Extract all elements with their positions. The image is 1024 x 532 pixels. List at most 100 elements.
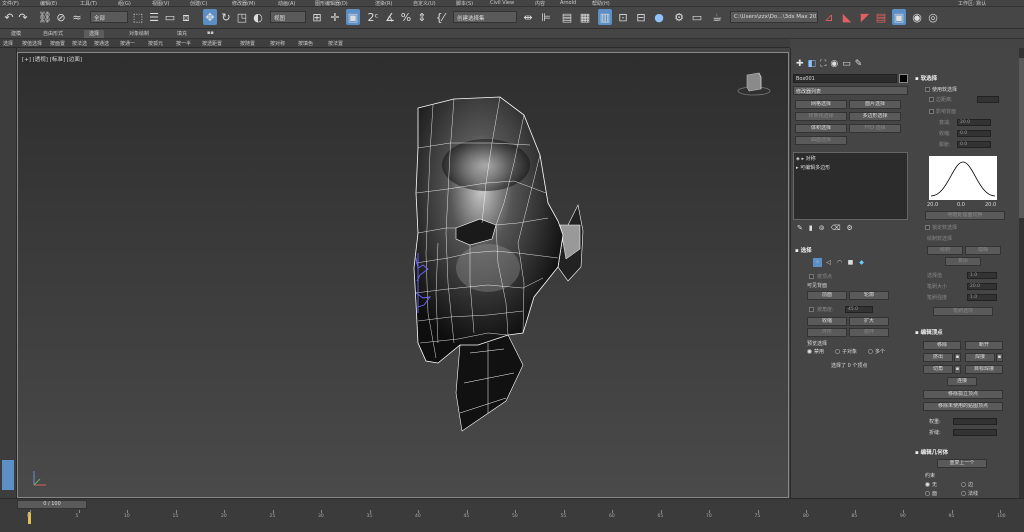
menu-create[interactable]: 创建(C) — [190, 0, 207, 7]
menu-scripting[interactable]: 脚本(S) — [456, 0, 473, 7]
viewcube-icon[interactable] — [736, 69, 772, 97]
place-icon[interactable]: ◐ — [251, 9, 265, 25]
angle-spinner[interactable]: 45.0 — [845, 306, 873, 313]
remove-button[interactable]: 移除 — [923, 341, 961, 350]
repeat-last-button[interactable]: 重复上一个 — [937, 459, 987, 468]
reference-coordinate-dropdown[interactable]: 视图 — [270, 11, 306, 23]
modify-tab-icon[interactable]: ◧ — [808, 59, 817, 69]
open-project-icon[interactable]: ◣ — [840, 9, 854, 25]
perspective-viewport[interactable]: [+] [透视] [标准] [边面] — [17, 52, 789, 498]
shade-face-toggle-button[interactable]: 明暗处理面切换 — [925, 211, 1005, 220]
menu-file[interactable]: 文件(F) — [2, 0, 19, 7]
mesh-select-button[interactable]: 网格选择 — [795, 100, 847, 109]
constraint-normal-radio[interactable] — [961, 491, 966, 496]
ribbon-item[interactable]: 按一半 — [176, 40, 191, 47]
undo-icon[interactable]: ↶ — [2, 9, 16, 25]
tab-populate[interactable]: 填充 — [172, 30, 192, 38]
configure-sets-icon[interactable]: ⚙ — [847, 224, 853, 233]
menu-customize[interactable]: 自定义(U) — [413, 0, 436, 7]
save-project-icon[interactable]: ◤ — [858, 9, 872, 25]
menu-content[interactable]: 内容 — [535, 0, 545, 7]
align-icon[interactable]: ⊫ — [539, 9, 553, 25]
rect-selection-icon[interactable]: ▭ — [163, 9, 177, 25]
preview-subobject-radio[interactable] — [835, 349, 840, 354]
render-production-icon[interactable]: ☕ — [710, 9, 724, 25]
menu-view[interactable]: 视图(V) — [152, 0, 169, 7]
scene-explorer-icon[interactable]: ▤ — [560, 9, 574, 25]
motion-tab-icon[interactable]: ◉ — [830, 59, 838, 69]
pivot-center-icon[interactable]: ⊞ — [310, 9, 324, 25]
remove-unused-map-verts-button[interactable]: 移除未使用的贴图顶点 — [923, 402, 1003, 411]
outline-button[interactable]: 轮廓 — [849, 291, 889, 300]
edit-vertices-header[interactable]: ▪ 编辑顶点 — [915, 328, 943, 336]
layer-explorer-icon[interactable]: ▦ — [578, 9, 592, 25]
utilities-tab-icon[interactable]: ✎ — [855, 59, 863, 69]
border-level-icon[interactable]: ◠ — [835, 258, 844, 267]
polygon-level-icon[interactable]: ■ — [846, 258, 855, 267]
rendered-frame-window-icon[interactable]: ▭ — [690, 9, 704, 25]
eye-icon[interactable]: ◈ — [796, 156, 800, 162]
element-level-icon[interactable]: ◆ — [857, 258, 866, 267]
menu-group[interactable]: 组(G) — [118, 0, 131, 7]
time-slider[interactable]: 0 / 100 — [17, 500, 87, 509]
weld-settings-icon[interactable]: ▪ — [996, 353, 1003, 362]
schematic-view-icon[interactable]: ⊟ — [634, 9, 648, 25]
shrink-button[interactable]: 收缩 — [807, 317, 847, 326]
bubble-spinner[interactable]: 0.0 — [957, 141, 991, 148]
angle-snap-icon[interactable]: ∡ — [383, 9, 397, 25]
weight-spinner[interactable] — [953, 418, 997, 425]
material-editor-icon[interactable]: ● — [652, 9, 666, 25]
ribbon-item[interactable]: 按填色 — [298, 40, 313, 47]
use-soft-selection-checkbox[interactable] — [925, 87, 930, 92]
affect-backfacing-checkbox[interactable] — [929, 109, 934, 114]
paint-button[interactable]: 绘制 — [927, 246, 963, 255]
pinch-spinner[interactable]: 0.0 — [957, 130, 991, 137]
track-bar[interactable]: 0 5 10 15 20 25 30 35 40 45 50 55 60 65 70 75 80 85 90 95 10… — [0, 510, 1024, 532]
break-button[interactable]: 断开 — [965, 341, 1003, 350]
ribbon-item[interactable]: 按法选 — [72, 40, 87, 47]
extrude-button[interactable]: 挤出 — [923, 353, 953, 362]
head-mesh[interactable] — [18, 53, 789, 498]
ribbon-item[interactable]: 按孤元 — [148, 40, 163, 47]
window-crossing-icon[interactable]: ⧈ — [179, 9, 193, 25]
move-icon[interactable]: ✥ — [203, 9, 217, 25]
revert-button[interactable]: 复原 — [945, 257, 981, 266]
display-tab-icon[interactable]: ▭ — [842, 59, 851, 69]
spline-select-button[interactable]: 样条线选择 — [795, 112, 847, 121]
command-panel-toggle-icon[interactable]: ▣ — [892, 9, 906, 25]
constraint-face-radio[interactable] — [925, 491, 930, 496]
extrude-settings-icon[interactable]: ▪ — [954, 353, 961, 362]
tab-modeling[interactable]: 建模 — [6, 30, 26, 38]
modifier-list-dropdown[interactable]: 修改器列表 — [793, 86, 908, 95]
ribbon-item[interactable]: 按对称 — [270, 40, 285, 47]
ribbon-item[interactable]: 按通选 — [94, 40, 109, 47]
edit-geometry-header[interactable]: ▪ 编辑几何体 — [915, 448, 948, 456]
brush-size-spinner[interactable]: 20.0 — [967, 283, 997, 290]
edit-named-selection-icon[interactable]: {⁄ — [433, 9, 447, 25]
stack-item[interactable]: ▸ 可编辑多边形 — [796, 164, 906, 172]
hierarchy-tab-icon[interactable]: ⛶ — [820, 59, 826, 69]
render-setup-icon[interactable]: ⚙ — [672, 9, 686, 25]
crease-spinner[interactable] — [953, 429, 997, 436]
workspace-selector[interactable]: 工作区: 默认 — [958, 0, 986, 7]
unlink-icon[interactable]: ⊘ — [54, 9, 68, 25]
make-unique-icon[interactable]: ⊚ — [819, 224, 825, 233]
help-icon[interactable]: ◎ — [926, 9, 940, 25]
constraint-edge-radio[interactable] — [961, 482, 966, 487]
chamfer-button[interactable]: 切角 — [923, 365, 953, 374]
menu-graph-editors[interactable]: 图形编辑器(D) — [315, 0, 348, 7]
menu-tools[interactable]: 工具(T) — [80, 0, 97, 7]
remove-modifier-icon[interactable]: ⌫ — [831, 224, 841, 233]
object-color-swatch[interactable] — [899, 74, 908, 83]
tab-freeform[interactable]: 自由形式 — [38, 30, 68, 38]
falloff-spinner[interactable]: 20.0 — [957, 119, 991, 126]
spinner-snap-icon[interactable]: ⇕ — [415, 9, 429, 25]
ribbon-item[interactable]: 按通一 — [120, 40, 135, 47]
preview-multi-radio[interactable] — [868, 349, 873, 354]
blur-button[interactable]: 模糊 — [965, 246, 1001, 255]
target-weld-button[interactable]: 目标焊接 — [965, 365, 1003, 374]
menu-arnold[interactable]: Arnold — [560, 0, 576, 6]
curve-editor-icon[interactable]: ⊡ — [616, 9, 630, 25]
modifier-stack[interactable]: ◈ ▸ 对称 ▸ 可编辑多边形 — [793, 152, 908, 220]
front-button[interactable]: 前面 — [807, 291, 847, 300]
